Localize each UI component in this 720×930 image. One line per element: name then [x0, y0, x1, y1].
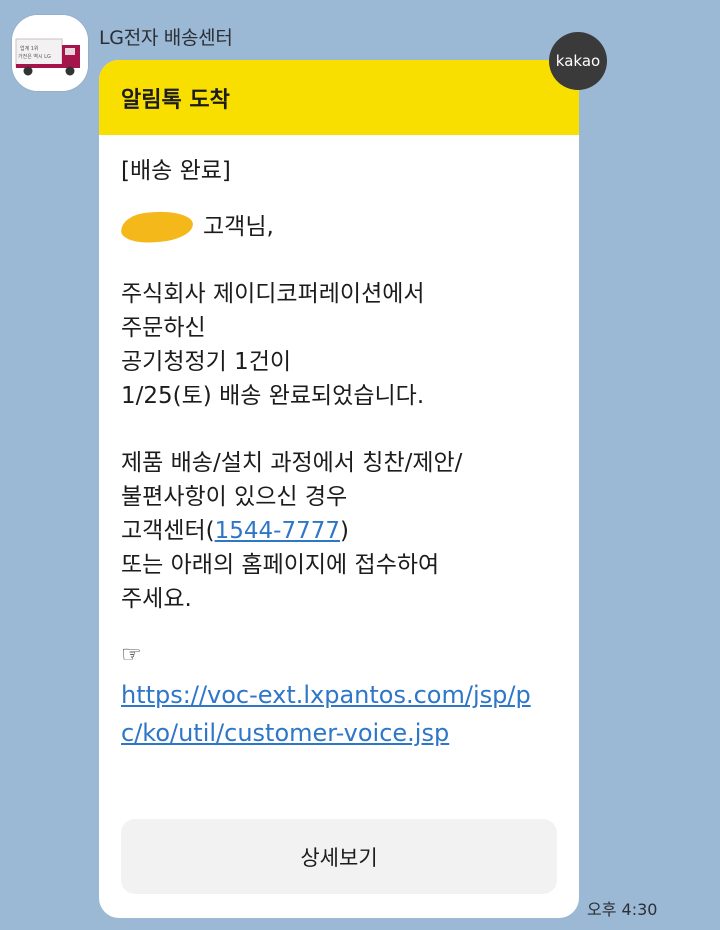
message-line: 또는 아래의 홈페이지에 접수하여: [121, 552, 440, 578]
greeting-text: 고객님,: [203, 214, 274, 240]
customer-voice-link[interactable]: https://voc-ext.lxpantos.com/jsp/pc/ko/u…: [121, 676, 551, 752]
message-body: [배송 완료] 고객님, 주식회사 제이디코퍼레이션에서 주문하신 공기청정기 …: [120, 154, 561, 752]
sender-avatar[interactable]: 업계 1위 가전은 역시 LG: [12, 15, 88, 91]
sender-name: LG전자 배송센터: [99, 27, 233, 49]
view-details-button[interactable]: 상세보기: [121, 819, 557, 894]
avatar-text-1: 업계 1위: [20, 45, 39, 52]
contact-line: 고객센터(1544-7777): [121, 514, 561, 548]
alimtalk-message-bubble: 알림톡 도착 [배송 완료] 고객님, 주식회사 제이디코퍼레이션에서 주문하신…: [99, 60, 579, 918]
delivery-truck-icon: 업계 1위 가전은 역시 LG: [12, 15, 88, 91]
message-line: 공기청정기 1건이: [121, 349, 292, 375]
message-line: 주식회사 제이디코퍼레이션에서: [121, 281, 425, 307]
redacted-name: [120, 209, 194, 245]
message-line: 제품 배송/설치 과정에서 칭찬/제안/: [121, 450, 463, 476]
message-line: 주문하신: [121, 315, 206, 341]
pointing-hand-icon: ☞: [121, 642, 142, 668]
status-tag: [배송 완료]: [121, 158, 231, 184]
contact-prefix: 고객센터(: [121, 518, 215, 544]
bubble-header: 알림톡 도착: [99, 60, 579, 135]
avatar-text-2: 가전은 역시 LG: [18, 53, 51, 60]
message-line: 1/25(토) 배송 완료되었습니다.: [121, 383, 425, 409]
message-time: 오후 4:30: [587, 900, 658, 919]
message-line: 불편사항이 있으신 경우: [121, 484, 348, 510]
greeting-line: 고객님,: [120, 209, 561, 245]
phone-link[interactable]: 1544-7777: [215, 518, 340, 544]
message-line: 주세요.: [121, 586, 192, 612]
kakao-badge: kakao: [549, 32, 607, 90]
contact-suffix: ): [340, 518, 349, 544]
